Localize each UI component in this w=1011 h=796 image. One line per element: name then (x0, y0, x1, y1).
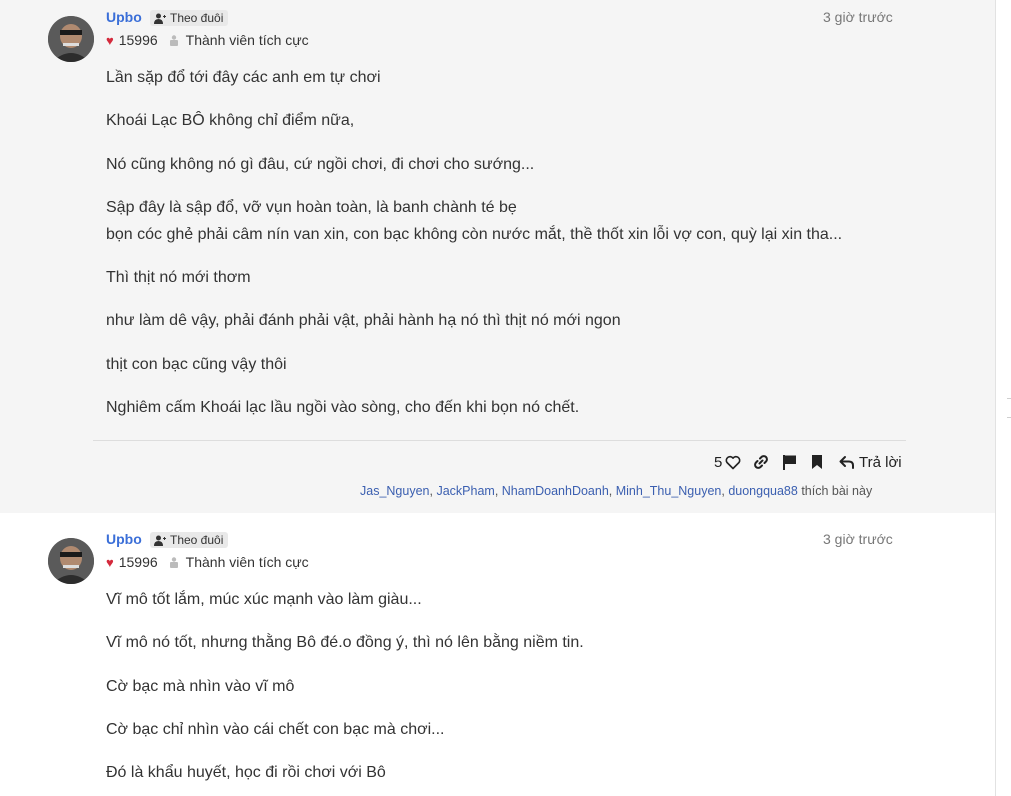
author-meta: ♥ 15996 Thành viên tích cực (106, 32, 309, 48)
likes-list: Jas_Nguyen, JackPham, NhamDoanhDoanh, Mi… (360, 484, 873, 498)
liker-link[interactable]: NhamDoanhDoanh (502, 484, 609, 498)
heart-outline-icon (725, 455, 741, 469)
scroll-mark (1007, 398, 1011, 399)
post-line: Lần sặp đổ tới đây các anh em tự chơi (106, 69, 381, 86)
flag-icon (783, 455, 796, 470)
link-icon (754, 455, 768, 469)
post-line: Đó là khẩu huyết, học đi rồi chơi với Bô (106, 764, 386, 781)
liker-link[interactable]: Jas_Nguyen (360, 484, 430, 498)
reply-button[interactable]: Trả lời (839, 454, 902, 471)
user-plus-icon (154, 13, 166, 24)
users-icon (168, 34, 180, 46)
report-button[interactable] (782, 454, 797, 470)
avatar[interactable] (48, 538, 94, 584)
likes-suffix: thích bài này (801, 484, 873, 498)
follow-label: Theo đuôi (170, 11, 224, 25)
user-plus-icon (154, 535, 166, 546)
post-divider (93, 440, 906, 441)
follow-button[interactable]: Theo đuôi (150, 10, 229, 26)
post-line: Sập đây là sập đổ, vỡ vụn hoàn toàn, là … (106, 199, 517, 216)
bookmark-button[interactable] (811, 454, 823, 470)
scroll-mark (1007, 417, 1011, 418)
reply-label: Trả lời (859, 453, 902, 471)
link-button[interactable] (753, 454, 769, 470)
follow-label: Theo đuôi (170, 533, 224, 547)
author-meta: ♥ 15996 Thành viên tích cực (106, 554, 309, 570)
avatar[interactable] (48, 16, 94, 62)
post-time: 3 giờ trước (823, 531, 893, 547)
heart-icon: ♥ (106, 554, 114, 570)
post-actions: 5 Trả lời (700, 452, 910, 472)
liker-link[interactable]: duongqua88 (728, 484, 798, 498)
post-line: như làm dê vậy, phải đánh phải vật, phải… (106, 312, 621, 329)
author-name[interactable]: Upbo (106, 9, 142, 25)
author-score: 15996 (118, 554, 158, 570)
post-line: Cờ bạc chỉ nhìn vào cái chết con bạc mà … (106, 721, 445, 738)
post-line: Nó cũng không nó gì đâu, cứ ngồi chơi, đ… (106, 156, 535, 173)
liker-link[interactable]: Minh_Thu_Nguyen (616, 484, 722, 498)
users-icon (168, 556, 180, 568)
post-line: Nghiêm cấm Khoái lạc lầu ngồi vào sòng, … (106, 399, 580, 416)
post-time: 3 giờ trước (823, 9, 893, 25)
scroll-track (995, 0, 996, 796)
post-line: Vĩ mô nó tốt, nhưng thằng Bô đé.o đồng ý… (106, 634, 584, 651)
follow-button[interactable]: Theo đuôi (150, 532, 229, 548)
post-line: Cờ bạc mà nhìn vào vĩ mô (106, 678, 295, 695)
post-line: Khoái Lạc BÔ không chỉ điểm nữa, (106, 112, 355, 129)
reply-icon (839, 456, 854, 469)
author-score: 15996 (118, 32, 158, 48)
post-line: Thì thịt nó mới thơm (106, 269, 251, 286)
post-1: Upbo Theo đuôi 3 giờ trước ♥ 15996 Thành… (0, 0, 995, 513)
author-rank: Thành viên tích cực (185, 554, 309, 570)
heart-icon: ♥ (106, 32, 114, 48)
author-name[interactable]: Upbo (106, 531, 142, 547)
post-line: bọn cóc ghẻ phải câm nín van xin, con bạ… (106, 226, 843, 243)
like-button[interactable]: 5 (714, 454, 741, 471)
bookmark-icon (812, 455, 822, 469)
like-count: 5 (714, 453, 723, 471)
post-line: thịt con bạc cũng vậy thôi (106, 356, 287, 373)
author-rank: Thành viên tích cực (185, 32, 309, 48)
post-2: Upbo Theo đuôi 3 giờ trước ♥ 15996 Thành… (0, 515, 995, 796)
liker-link[interactable]: JackPham (436, 484, 494, 498)
post-line: Vĩ mô tốt lắm, múc xúc mạnh vào làm giàu… (106, 591, 422, 608)
